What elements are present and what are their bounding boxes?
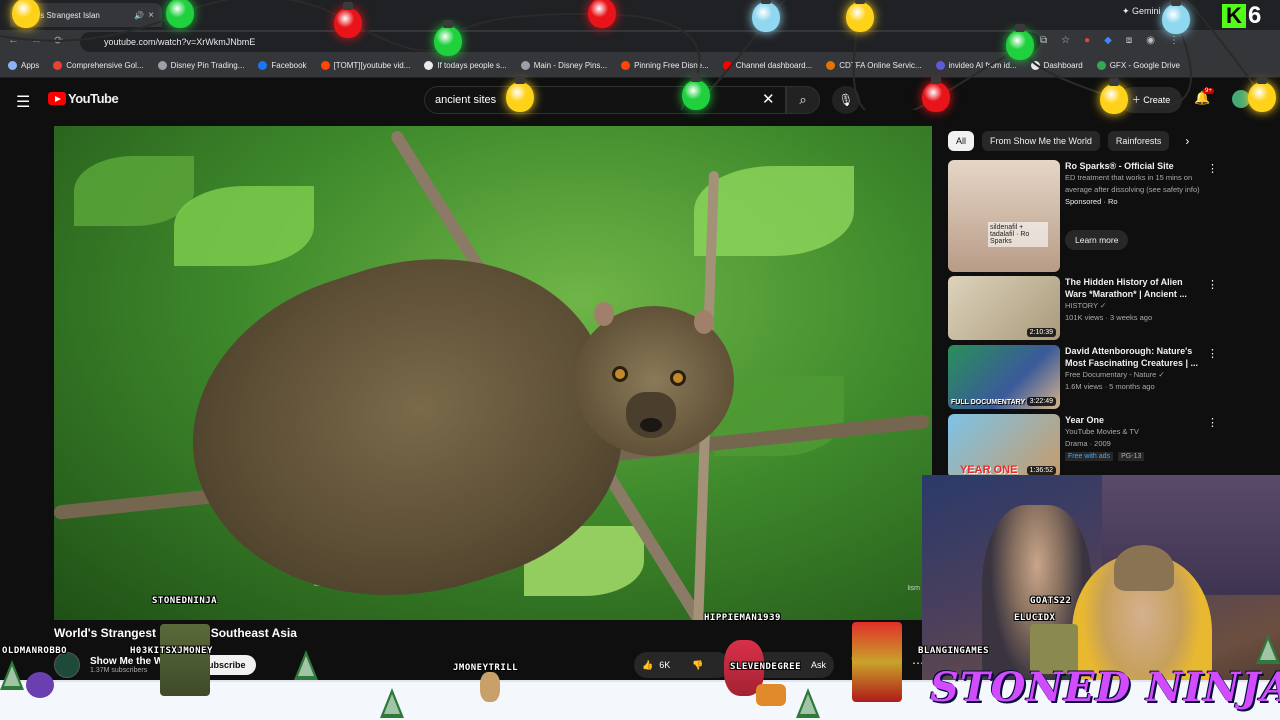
filter-chips: All From Show Me the World Rainforests ›: [948, 126, 1268, 156]
character-sprite: [852, 622, 902, 702]
channel-name[interactable]: YouTube Movies & TV: [1065, 426, 1205, 438]
recommendation-item[interactable]: 2:10:39 The Hidden History of Alien Wars…: [948, 276, 1228, 340]
video-stats: 101K views · 3 weeks ago: [1065, 313, 1153, 322]
light-bulb: [846, 0, 874, 32]
light-bulb: [434, 20, 462, 56]
thumbnail-label: FULL DOCUMENTARY: [951, 399, 1026, 406]
light-bulb: [588, 0, 616, 28]
video-title[interactable]: Year One: [1065, 414, 1205, 426]
video-info: David Attenborough: Nature's Most Fascin…: [1065, 345, 1205, 393]
light-bulb: [506, 76, 534, 112]
thumbs-down-icon[interactable]: 👎: [692, 660, 703, 671]
video-watermark: lism: [907, 585, 920, 592]
christmas-tree: [1256, 634, 1280, 664]
video-stats: Drama · 2009: [1065, 439, 1111, 448]
light-bulb: [922, 76, 950, 112]
cuscus-head: [574, 302, 734, 456]
more-options-icon[interactable]: ⋮: [1207, 278, 1218, 291]
like-count: 6K: [659, 660, 671, 670]
viewer-username: OLDMANROBBO: [2, 646, 68, 656]
more-options-icon[interactable]: ⋮: [1207, 347, 1218, 360]
channel-name[interactable]: HISTORY ✓: [1065, 300, 1205, 312]
viewer-username: ELUCIDX: [1014, 613, 1056, 623]
video-title[interactable]: The Hidden History of Alien Wars *Marath…: [1065, 276, 1205, 300]
chip-rainforests[interactable]: Rainforests: [1107, 131, 1170, 151]
recommendation-item[interactable]: YEAR ONE 1:36:52 Year One YouTube Movies…: [948, 414, 1228, 478]
video-info: The Hidden History of Alien Wars *Marath…: [1065, 276, 1205, 324]
more-options-icon[interactable]: ⋮: [1207, 162, 1218, 175]
christmas-tree: [380, 688, 404, 718]
light-bulb: [682, 74, 710, 110]
video-info: Year One YouTube Movies & TV Drama · 200…: [1065, 414, 1205, 463]
light-bulb: [752, 0, 780, 32]
cuscus-snout: [626, 392, 676, 438]
stoned-ninja-banner: STONED NINJA: [930, 664, 1280, 711]
recommendation-item[interactable]: FULL DOCUMENTARY 3:22:49 David Attenboro…: [948, 345, 1228, 409]
ad-title[interactable]: Ro Sparks® - Official Site: [1065, 160, 1205, 172]
light-bulb: [166, 0, 194, 28]
viewer-username: SLEVENDEGREE: [730, 662, 802, 672]
light-bulb: [12, 0, 40, 28]
light-bulb: [1100, 78, 1128, 114]
cuscus-eye: [612, 366, 628, 382]
more-options-icon[interactable]: ⋮: [1207, 416, 1218, 429]
rating-badge: PG-13: [1118, 452, 1145, 461]
christmas-tree: [294, 650, 318, 680]
free-with-ads-badge: Free with ads: [1065, 452, 1114, 461]
video-thumbnail[interactable]: FULL DOCUMENTARY 3:22:49: [948, 345, 1060, 409]
video-thumbnail[interactable]: YEAR ONE 1:36:52: [948, 414, 1060, 478]
viewer-username: GOATS22: [1030, 596, 1072, 606]
like-dislike-group: 👍 6K 👎: [634, 652, 730, 678]
video-duration: 1:36:52: [1026, 466, 1056, 475]
channel-name[interactable]: Free Documentary - Nature ✓: [1065, 369, 1205, 381]
chip-from-channel[interactable]: From Show Me the World: [982, 131, 1100, 151]
light-bulb: [1006, 24, 1034, 60]
viewer-username: STONEDNINJA: [152, 596, 218, 606]
light-bulb: [334, 2, 362, 38]
character-sprite: [756, 684, 786, 706]
ad-thumbnail-text: sildenafil + tadalafil · Ro Sparks: [988, 222, 1048, 247]
chevron-right-icon[interactable]: ›: [1185, 134, 1189, 148]
cuscus-ear: [594, 302, 614, 326]
cuscus-eye: [670, 370, 686, 386]
ad-cta-row: Learn more: [1065, 230, 1205, 250]
ad-info: Ro Sparks® - Official Site ED treatment …: [1065, 160, 1205, 250]
viewer-username: JMONEYTRILL: [453, 663, 519, 673]
video-thumbnail[interactable]: 2:10:39: [948, 276, 1060, 340]
light-bulb: [1248, 76, 1276, 112]
viewer-username: HIPPIEMAN1939: [704, 613, 781, 623]
video-title[interactable]: David Attenborough: Nature's Most Fascin…: [1065, 345, 1205, 369]
chip-all[interactable]: All: [948, 131, 975, 151]
learn-more-button[interactable]: Learn more: [1065, 230, 1129, 250]
badges-row: Free with ads PG-13: [1065, 450, 1205, 463]
ad-sponsor: Sponsored · Ro: [1065, 197, 1118, 206]
light-bulb: [1162, 0, 1190, 34]
thumbs-up-icon[interactable]: 👍: [642, 660, 653, 671]
viewer-username: BLANGINGAMES: [918, 646, 990, 656]
recommendations-sidebar: All From Show Me the World Rainforests ›…: [948, 126, 1268, 478]
christmas-tree: [796, 688, 820, 718]
ask-label: Ask: [810, 660, 826, 670]
ad-thumbnail[interactable]: sildenafil + tadalafil · Ro Sparks: [948, 160, 1060, 272]
ad-description: ED treatment that works in 15 mins on av…: [1065, 173, 1200, 194]
leaf-decoration: [174, 186, 314, 266]
video-player[interactable]: lism: [54, 126, 932, 620]
viewer-username: H03KITSXJMONEY: [130, 646, 213, 656]
christmas-tree: [0, 660, 24, 690]
video-stats: 1.6M views · 5 months ago: [1065, 382, 1155, 391]
character-sprite: [26, 672, 54, 698]
cuscus-ear: [694, 310, 714, 334]
video-duration: 2:10:39: [1026, 328, 1056, 337]
ad-item[interactable]: sildenafil + tadalafil · Ro Sparks Ro Sp…: [948, 160, 1228, 272]
video-duration: 3:22:49: [1026, 397, 1056, 406]
cuscus-nose: [640, 418, 662, 432]
character-sprite: [160, 624, 210, 696]
beanie-hat: [1114, 545, 1174, 591]
character-sprite: [480, 672, 500, 702]
